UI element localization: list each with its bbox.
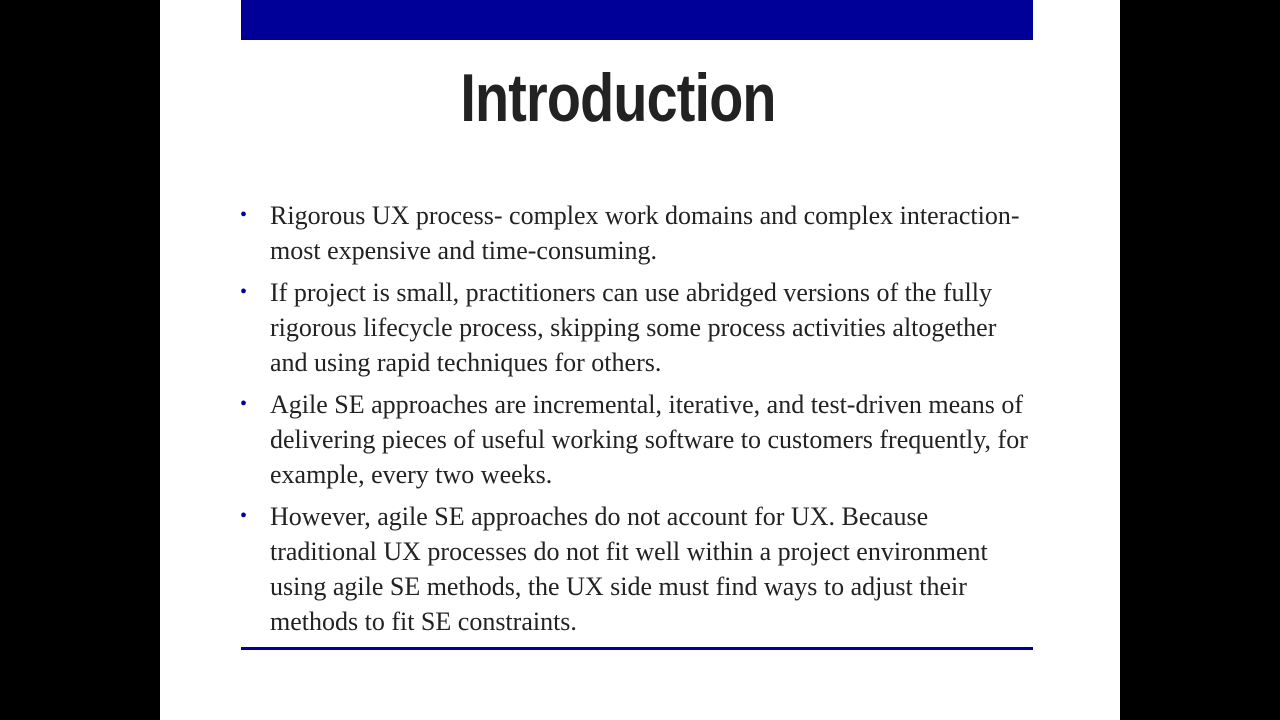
list-item: • Rigorous UX process- complex work doma… bbox=[240, 198, 1040, 268]
slide-title: Introduction bbox=[460, 60, 776, 136]
bullet-text: Rigorous UX process- complex work domain… bbox=[270, 201, 1020, 265]
header-bar bbox=[241, 0, 1033, 40]
bullet-icon: • bbox=[240, 204, 248, 226]
footer-divider bbox=[241, 647, 1033, 650]
bullet-list: • Rigorous UX process- complex work doma… bbox=[240, 198, 1040, 646]
bullet-text: Agile SE approaches are incremental, ite… bbox=[270, 390, 1028, 489]
slide: Introduction • Rigorous UX process- comp… bbox=[160, 0, 1120, 720]
video-frame: Introduction • Rigorous UX process- comp… bbox=[0, 0, 1280, 720]
bullet-icon: • bbox=[240, 393, 248, 415]
bullet-text: However, agile SE approaches do not acco… bbox=[270, 502, 988, 636]
bullet-icon: • bbox=[240, 281, 248, 303]
list-item: • However, agile SE approaches do not ac… bbox=[240, 499, 1040, 639]
bullet-icon: • bbox=[240, 505, 248, 527]
list-item: • Agile SE approaches are incremental, i… bbox=[240, 387, 1040, 492]
bullet-text: If project is small, practitioners can u… bbox=[270, 278, 997, 377]
list-item: • If project is small, practitioners can… bbox=[240, 275, 1040, 380]
